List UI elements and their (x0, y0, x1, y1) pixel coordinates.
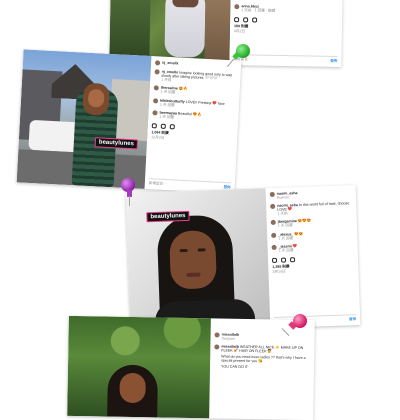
post-photo[interactable] (16, 49, 152, 189)
caption-line: What do you need more ladies ?? that's w… (221, 354, 306, 363)
avatar (154, 68, 160, 75)
avatar[interactable] (153, 85, 159, 91)
comment-meta: 1 天 回覆 (278, 235, 294, 241)
location: Sanjuan (221, 336, 235, 341)
comment-meta: 1 天 回覆 (277, 223, 293, 228)
pink-pushpin-icon (280, 313, 310, 341)
heart-icon[interactable] (271, 257, 278, 263)
beautylunes-tag: beautylunes (146, 210, 190, 223)
add-comment-bar: 新增留言⋯ 發佈 (148, 178, 231, 191)
post-date: 4月2日 (233, 28, 246, 33)
share-icon[interactable] (289, 256, 296, 262)
comment: jbergamine 😍😍😍 1 天 回覆 (270, 217, 353, 229)
avatar[interactable] (271, 232, 277, 238)
green-pushpin-icon (226, 42, 252, 70)
comment: _jessnii ❤️ 1 天 回覆 (271, 242, 354, 254)
avatar[interactable] (270, 219, 276, 226)
post-panel: nj_xmellx nj_xmellx Imagine looking good… (144, 56, 241, 194)
comment: beemayaa Beautiful 😍🔥 1 天 回覆 (152, 110, 234, 123)
location: Sunrise (276, 195, 290, 200)
action-bar (234, 16, 338, 24)
post-button[interactable]: 發佈 (330, 59, 337, 64)
comment: _alexus_ 😍😍 1 天 回覆 (271, 230, 353, 242)
comment: therealme 😍🔥 1 天 回覆 (153, 85, 235, 98)
avatar[interactable] (234, 4, 240, 10)
heart-icon[interactable] (151, 122, 157, 128)
post-card: nj_xmellx nj_xmellx Imagine looking good… (16, 49, 242, 194)
avatar[interactable] (153, 97, 159, 103)
post-card: missallatb Sanjuan missallatb WEATHER ALL… (67, 315, 315, 420)
post-photo[interactable] (67, 315, 211, 419)
add-comment-input[interactable]: 新增留言⋯ (149, 181, 167, 187)
share-icon[interactable] (169, 123, 175, 129)
avatar[interactable] (214, 332, 220, 338)
username[interactable]: nj_xmellx (162, 61, 179, 66)
caption-line: YOU CAN DO IT (221, 364, 249, 369)
comment-text: 😍😍😍 (297, 218, 312, 224)
avatar (270, 203, 276, 209)
comment-meta: 1 天 回覆 (278, 248, 294, 253)
avatar (214, 343, 220, 349)
avatar[interactable] (269, 191, 275, 198)
share-icon[interactable] (252, 16, 258, 23)
heart-icon[interactable] (234, 16, 240, 22)
comment-text: 😍🔥 (178, 86, 188, 92)
comment-icon[interactable] (160, 123, 166, 129)
post-card: naomi_asha Sunrise naomi_asha In this wor… (125, 185, 361, 333)
comment-icon[interactable] (243, 16, 249, 22)
comment-text: 😍😍 (294, 231, 304, 236)
avatar[interactable] (152, 110, 158, 116)
comment-meta: 1 天前 · 1 回覆 · 翻譯 (241, 8, 276, 13)
comment: kikiitsbutterfly LOVE!! Prettiest ❤️ fac… (153, 97, 235, 111)
avatar[interactable] (154, 60, 161, 66)
post-button[interactable]: 發佈 (349, 317, 356, 322)
comment-icon[interactable] (280, 256, 287, 263)
post-panel: naomi_asha Sunrise naomi_asha In this wor… (266, 185, 361, 328)
post-photo[interactable] (125, 188, 271, 333)
avatar[interactable] (271, 244, 277, 250)
purple-pushpin-icon (118, 178, 142, 208)
